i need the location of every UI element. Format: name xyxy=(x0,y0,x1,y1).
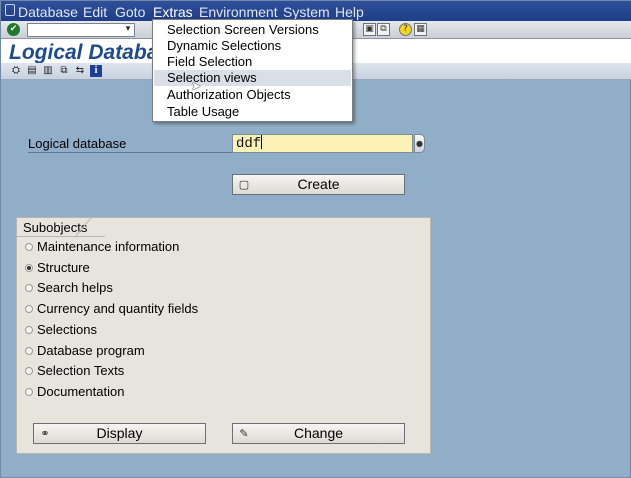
new-document-icon: ▢ xyxy=(238,178,250,191)
create-session-icon[interactable]: ▣ xyxy=(363,23,376,36)
pencil-icon: ✎ xyxy=(239,427,249,440)
radio-label: Search helps xyxy=(37,280,113,295)
change-button-label: Change xyxy=(293,425,344,441)
change-button[interactable]: ✎ Change xyxy=(232,423,405,444)
radio-currency-quantity-fields[interactable]: Currency and quantity fields xyxy=(25,300,198,318)
text-caret xyxy=(261,135,263,149)
radio-label: Currency and quantity fields xyxy=(37,301,199,316)
chevron-down-icon[interactable]: ▾ xyxy=(122,23,134,35)
radio-label: Database program xyxy=(37,343,145,358)
menu-goto[interactable]: Goto xyxy=(115,4,145,20)
glasses-icon: ⚭ xyxy=(40,427,50,440)
radio-label: Structure xyxy=(37,260,90,275)
layout-menu-icon[interactable]: ▦ xyxy=(414,23,427,36)
radio-label: Maintenance information xyxy=(37,239,180,254)
radio-button[interactable] xyxy=(25,367,33,375)
logical-database-value: ddf xyxy=(236,136,262,152)
value-help-icon[interactable]: ● xyxy=(414,134,425,153)
radio-label: Selection Texts xyxy=(37,363,125,378)
extras-dropdown-menu: Selection Screen Versions Dynamic Select… xyxy=(152,19,353,122)
radio-button[interactable] xyxy=(25,388,33,396)
radio-button[interactable] xyxy=(25,264,33,272)
menu-item-authorization-objects[interactable]: Authorization Objects xyxy=(154,87,351,103)
mouse-cursor-icon: ➤ xyxy=(191,79,202,93)
sap-window: Database Edit Goto Extras Environment Sy… xyxy=(0,0,631,478)
shortcut-icon[interactable]: ⧉ xyxy=(377,23,390,36)
menu-item-selection-screen-versions[interactable]: Selection Screen Versions xyxy=(154,22,351,38)
create-button-label: Create xyxy=(297,176,340,192)
logical-database-label: Logical database xyxy=(28,135,234,153)
menu-database[interactable]: Database xyxy=(18,4,78,20)
delete-icon[interactable]: ▥ xyxy=(42,65,54,77)
subobjects-title: Subobjects xyxy=(17,218,106,237)
menu-extras[interactable]: Extras xyxy=(153,4,193,20)
radio-label: Selections xyxy=(37,322,97,337)
menu-bar: Database Edit Goto Extras Environment Sy… xyxy=(1,1,631,21)
radio-button[interactable] xyxy=(25,284,33,292)
radio-documentation[interactable]: Documentation xyxy=(25,383,124,401)
menu-item-table-usage[interactable]: Table Usage xyxy=(154,104,351,120)
menu-system[interactable]: System xyxy=(283,4,330,20)
display-object-list-icon[interactable]: ▤ xyxy=(26,65,38,77)
radio-maintenance-information[interactable]: Maintenance information xyxy=(25,238,179,256)
create-button[interactable]: ▢ Create xyxy=(232,174,405,195)
menu-item-field-selection[interactable]: Field Selection xyxy=(154,54,351,70)
radio-button[interactable] xyxy=(25,305,33,313)
menu-environment[interactable]: Environment xyxy=(199,4,278,20)
menu-item-dynamic-selections[interactable]: Dynamic Selections xyxy=(154,38,351,54)
radio-button[interactable] xyxy=(25,326,33,334)
page-title: Logical Databa xyxy=(9,41,159,64)
subobjects-group: Subobjects Maintenance information Struc… xyxy=(16,217,431,454)
radio-search-helps[interactable]: Search helps xyxy=(25,279,113,297)
menu-item-selection-views[interactable]: Selection views xyxy=(154,70,351,86)
radio-button[interactable] xyxy=(25,243,33,251)
window-icon[interactable] xyxy=(5,4,15,16)
radio-button[interactable] xyxy=(25,347,33,355)
radio-label: Documentation xyxy=(37,384,125,399)
display-button-label: Display xyxy=(96,425,143,441)
radio-structure[interactable]: Structure xyxy=(25,259,90,277)
radio-database-program[interactable]: Database program xyxy=(25,342,145,360)
display-button[interactable]: ⚭ Display xyxy=(33,423,206,444)
info-icon[interactable]: i xyxy=(90,65,102,77)
menu-edit[interactable]: Edit xyxy=(83,4,107,20)
radio-selection-texts[interactable]: Selection Texts xyxy=(25,362,124,380)
radio-selections[interactable]: Selections xyxy=(25,321,97,339)
menu-help[interactable]: Help xyxy=(335,4,364,20)
other-object-icon[interactable]: ⛭ xyxy=(10,65,22,77)
copy-icon[interactable]: ⧉ xyxy=(58,65,70,77)
command-field[interactable] xyxy=(27,23,135,37)
where-used-icon[interactable]: ⇆ xyxy=(74,65,86,77)
check-icon[interactable]: ✔ xyxy=(7,23,20,36)
help-icon[interactable]: ? xyxy=(399,23,412,36)
logical-database-input[interactable]: ddf xyxy=(232,134,413,153)
